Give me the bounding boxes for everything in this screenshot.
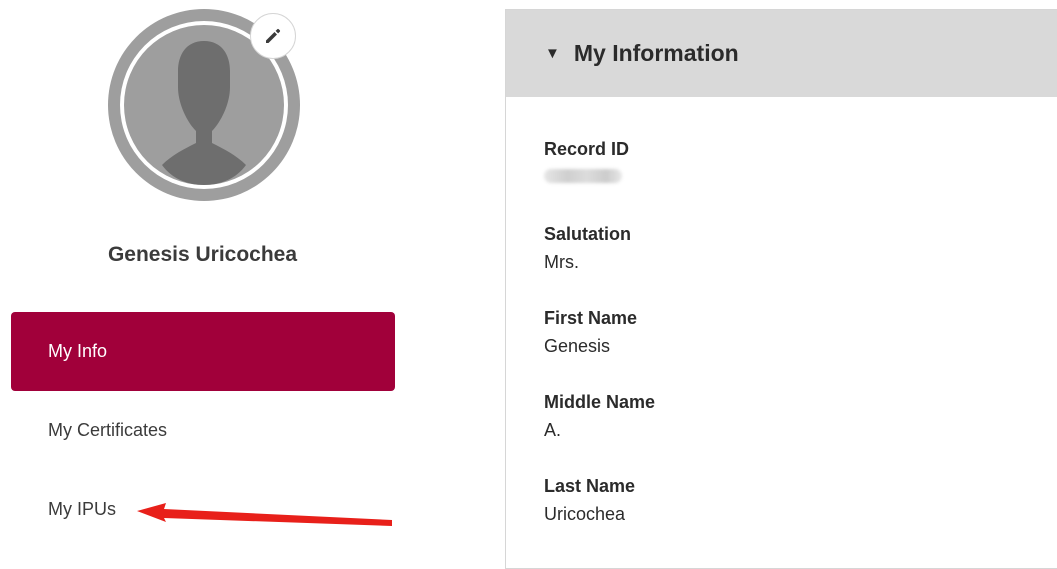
- nav-item-my-certificates[interactable]: My Certificates: [11, 391, 395, 470]
- nav-item-label: My IPUs: [48, 499, 117, 519]
- nav-item-my-info[interactable]: My Info: [11, 312, 395, 391]
- nav-item-label: My Certificates: [48, 420, 168, 440]
- caret-down-icon: ▼: [545, 45, 560, 62]
- pencil-icon: [266, 28, 281, 43]
- panel-header[interactable]: ▼ My Information: [506, 10, 1057, 97]
- edit-avatar-button[interactable]: [250, 13, 296, 59]
- field-middle-name: Middle Name A.: [544, 390, 655, 442]
- nav-item-my-ipus[interactable]: My IPUs: [11, 470, 395, 549]
- field-salutation: Salutation Mrs.: [544, 222, 631, 274]
- field-label: Middle Name: [544, 392, 656, 412]
- panel-title: My Information: [573, 40, 739, 66]
- field-value: Genesis: [544, 336, 611, 356]
- field-value: Uricochea: [544, 504, 626, 524]
- nav-item-label: My Info: [48, 341, 108, 361]
- profile-name: Genesis Uricochea: [107, 243, 298, 266]
- field-record-id: Record ID: [544, 137, 629, 183]
- field-first-name: First Name Genesis: [544, 306, 637, 358]
- field-label: Record ID: [544, 139, 630, 159]
- field-label: Salutation: [544, 224, 632, 244]
- field-label: Last Name: [544, 476, 636, 496]
- field-value: A.: [544, 420, 562, 440]
- redacted-value: [544, 169, 622, 183]
- field-value: Mrs.: [544, 252, 579, 272]
- field-last-name: Last Name Uricochea: [544, 474, 635, 526]
- my-information-panel: ▼ My Information Record ID Salutation Mr…: [505, 9, 1057, 569]
- field-label: First Name: [544, 308, 638, 328]
